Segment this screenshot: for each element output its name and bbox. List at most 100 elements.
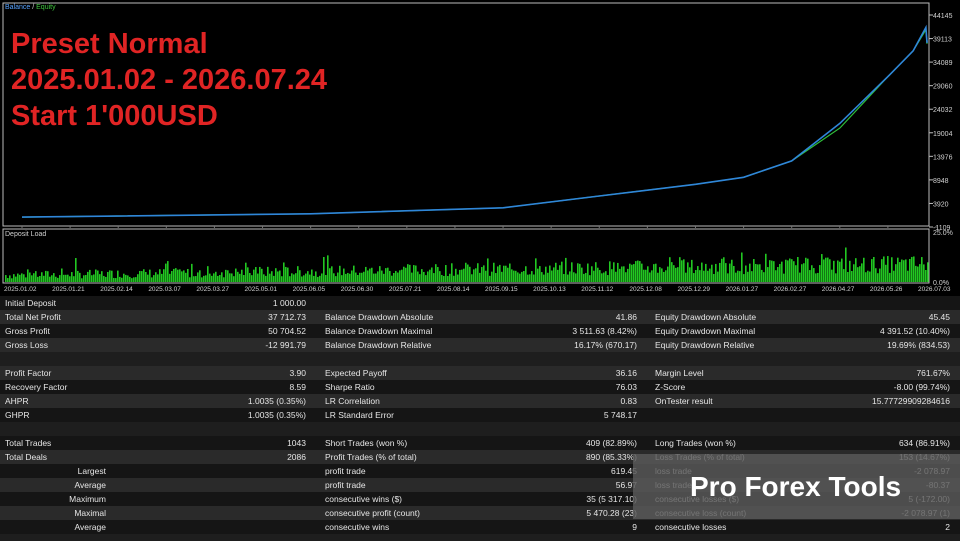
deposit-load-bar	[771, 260, 773, 282]
deposit-load-bar	[377, 271, 379, 282]
deposit-load-bar	[53, 273, 55, 282]
deposit-load-bar	[325, 274, 327, 282]
deposit-load-bar	[849, 260, 851, 282]
deposit-load-bar	[233, 276, 235, 282]
deposit-load-bar	[769, 260, 771, 282]
stat-label: Long Trades (won %)	[655, 438, 736, 448]
stat-label: Total Net Profit	[5, 312, 61, 322]
deposit-load-bar	[273, 275, 275, 282]
date-range: 2025.01.02 - 2026.07.24	[11, 64, 328, 96]
deposit-load-bar	[907, 270, 909, 282]
stat-value: 76.03	[615, 382, 637, 392]
deposit-load-bar	[641, 263, 643, 282]
deposit-load-bar	[279, 270, 281, 282]
deposit-load-bar	[9, 275, 11, 282]
deposit-load-bar	[329, 268, 331, 282]
deposit-load-bar	[809, 270, 811, 282]
deposit-load-bar	[835, 273, 837, 282]
deposit-load-bar	[221, 272, 223, 282]
deposit-load-bar	[555, 262, 557, 282]
deposit-load-bar	[583, 273, 585, 282]
deposit-load-bar	[695, 270, 697, 282]
deposit-load-bar	[295, 273, 297, 282]
deposit-load-bar	[185, 272, 187, 282]
stat-label: Gross Loss	[5, 340, 48, 350]
deposit-load-bar	[85, 274, 87, 282]
deposit-load-bar	[281, 276, 283, 282]
deposit-load-bar	[713, 273, 715, 282]
y-tick-label: 39113	[933, 37, 952, 44]
deposit-load-bar	[39, 275, 41, 282]
deposit-load-bar	[605, 271, 607, 282]
deposit-load-bar	[287, 267, 289, 282]
x-tick-label: 2025.02.14	[100, 286, 133, 293]
x-tick-label: 2026.07.03	[918, 286, 951, 293]
deposit-load-bar	[45, 270, 47, 282]
deposit-load-bar	[133, 277, 135, 282]
deposit-load-bar	[857, 267, 859, 282]
deposit-load-bar	[633, 264, 635, 282]
deposit-load-bar	[225, 269, 227, 282]
deposit-load-bar	[843, 269, 845, 282]
deposit-load-bar	[621, 266, 623, 282]
stat-value: 5 470.28 (23)	[586, 508, 637, 518]
deposit-load-bar	[307, 271, 309, 282]
deposit-load-bar	[601, 273, 603, 282]
deposit-load-bar	[411, 272, 413, 282]
deposit-load-bar	[573, 272, 575, 282]
deposit-load-bar	[585, 272, 587, 282]
stat-label: consecutive wins	[325, 522, 390, 532]
deposit-load-bar	[385, 268, 387, 282]
deposit-load-bar	[275, 268, 277, 282]
deposit-load-bar	[91, 275, 93, 282]
deposit-load-bar	[733, 265, 735, 282]
deposit-load-bar	[107, 271, 109, 282]
deposit-load-bar	[181, 271, 183, 282]
deposit-load-bar	[209, 273, 211, 282]
stat-label: Balance Drawdown Relative	[325, 340, 432, 350]
deposit-load-bar	[119, 276, 121, 282]
deposit-load-bar	[423, 271, 425, 282]
deposit-load-bar	[439, 271, 441, 282]
deposit-load-bar	[661, 268, 663, 282]
deposit-load-bar	[619, 268, 621, 282]
deposit-load-bar	[827, 257, 829, 282]
deposit-load-bar	[169, 273, 171, 282]
deposit-load-bar	[339, 265, 341, 282]
deposit-load-bar	[853, 264, 855, 282]
deposit-load-bar	[195, 276, 197, 282]
deposit-load-bar	[421, 269, 423, 282]
deposit-load-bar	[673, 265, 675, 282]
deposit-load-bar	[41, 272, 43, 282]
deposit-load-bar	[891, 257, 893, 282]
y-tick-label: 44145	[933, 13, 953, 20]
deposit-load-bar	[779, 264, 781, 282]
deposit-load-bar	[789, 258, 791, 282]
deposit-load-bar	[319, 275, 321, 282]
deposit-load-bar	[445, 265, 447, 282]
stat-label	[640, 352, 840, 366]
deposit-load-bar	[519, 273, 521, 282]
deposit-load-bar	[213, 273, 215, 282]
deposit-load-bar	[403, 266, 405, 282]
deposit-load-bar	[705, 263, 707, 282]
deposit-load-bar	[911, 256, 913, 282]
table-row: Profit Factor 3.90 Expected Payoff 36.16 Mar…	[0, 366, 960, 380]
stat-value: 1043	[287, 438, 306, 448]
stat-label: Balance Drawdown Maximal	[325, 326, 433, 336]
deposit-load-bar	[57, 277, 59, 282]
preset-name: Preset Normal	[11, 28, 208, 60]
deposit-load-bar	[147, 274, 149, 282]
deposit-load-bar	[749, 263, 751, 282]
deposit-load-bar	[707, 270, 709, 282]
deposit-load-bar	[921, 257, 923, 282]
deposit-load-bar	[825, 257, 827, 282]
deposit-load-bar	[581, 267, 583, 282]
deposit-load-bar	[737, 270, 739, 282]
stat-label: Equity Drawdown Absolute	[655, 312, 757, 322]
deposit-load-bar	[607, 275, 609, 282]
deposit-load-bar	[197, 272, 199, 282]
x-tick-label: 2026.05.26	[870, 286, 903, 293]
stat-value: 3 511.63 (8.42%)	[572, 326, 637, 336]
deposit-load-bar	[417, 271, 419, 282]
